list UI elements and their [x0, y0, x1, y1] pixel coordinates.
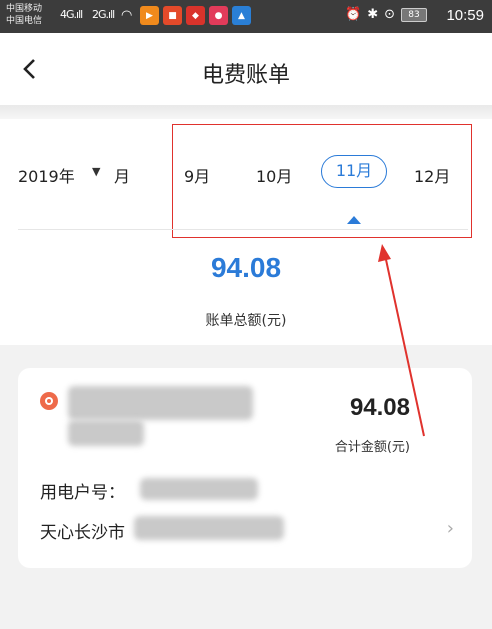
status-bar: 中国移动 中国电信 4G.ıll 2G.ıll ◠ ▶ ■ ◆ ● ▲ ⏰ ✱ … — [0, 0, 492, 33]
video-app-icon: ▶ — [140, 6, 159, 25]
annotation-highlight-box — [172, 124, 472, 238]
carrier-2: 中国电信 — [6, 16, 43, 26]
header-shadow — [0, 105, 492, 119]
battery-icon: 83 — [401, 7, 427, 22]
card-amount: 94.08 — [349, 394, 410, 421]
notification-icons: ▶ ■ ◆ ● ▲ — [140, 6, 251, 25]
account-number-label: 用电户号： — [40, 483, 125, 503]
total-amount-label: 账单总额(元) — [205, 313, 287, 329]
bank-app-icon: ▲ — [232, 6, 251, 25]
total-amount: 94.08 — [210, 252, 282, 283]
signal-2g-icon: 2G.ıll — [92, 8, 115, 21]
card-amount-label: 合计金额(元) — [334, 440, 410, 455]
month-selector-section: 2019年 ▼ 月 9月 10月 11月 12月 94.08 账单总额(元) — [0, 119, 492, 345]
alarm-icon: ⏰ — [345, 7, 362, 22]
carrier-1: 中国移动 — [6, 4, 43, 14]
location-icon: ⊙ — [384, 7, 395, 22]
address-label: 天心长沙市 — [40, 523, 125, 543]
bluetooth-icon: ✱ — [367, 7, 379, 22]
redacted-name — [68, 386, 253, 420]
clock: 10:59 — [446, 7, 484, 24]
redacted-address — [134, 516, 284, 540]
app-header: 电费账单 — [0, 33, 492, 105]
system-icons: ⏰ ✱ ⊙ 83 — [345, 7, 427, 22]
power-company-logo-icon — [40, 392, 58, 410]
chevron-right-icon[interactable]: › — [447, 518, 454, 539]
carrier-info: 中国移动 中国电信 — [6, 3, 42, 27]
divider — [18, 229, 468, 230]
signal-4g-icon: 4G.ıll — [60, 8, 83, 21]
month-label: 月 — [114, 167, 131, 186]
wifi-icon: ◠ — [121, 8, 132, 23]
news-app-icon: ■ — [163, 6, 182, 25]
shopping-app-icon: ◆ — [186, 6, 205, 25]
map-app-icon: ● — [209, 6, 228, 25]
caret-down-icon[interactable]: ▼ — [92, 165, 100, 178]
year-selector[interactable]: 2019年 — [18, 163, 75, 187]
bill-card[interactable]: 94.08 合计金额(元) 用电户号： 天心长沙市 › — [18, 368, 472, 568]
page-title: 电费账单 — [201, 63, 290, 88]
redacted-name-line-2 — [68, 420, 144, 446]
redacted-account-number — [140, 478, 258, 500]
